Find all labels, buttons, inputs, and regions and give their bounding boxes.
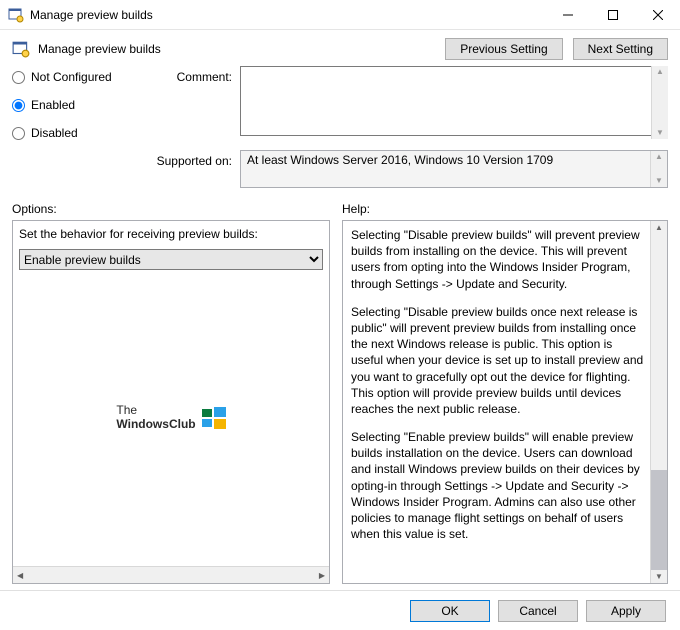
policy-icon (8, 7, 24, 23)
maximize-button[interactable] (590, 0, 635, 29)
radio-not-configured[interactable]: Not Configured (12, 70, 130, 84)
titlebar: Manage preview builds (0, 0, 680, 30)
close-button[interactable] (635, 0, 680, 29)
minimize-button[interactable] (545, 0, 590, 29)
behavior-dropdown[interactable]: Enable preview builds (19, 249, 323, 270)
state-radio-group: Not Configured Enabled Disabled (12, 66, 130, 140)
supported-on-label: Supported on: (136, 150, 234, 188)
help-paragraph-2: Selecting "Disable preview builds once n… (351, 304, 647, 417)
header: Manage preview builds Previous Setting N… (0, 30, 680, 66)
previous-setting-button[interactable]: Previous Setting (445, 38, 562, 60)
supported-on-field: At least Windows Server 2016, Windows 10… (240, 150, 668, 188)
radio-enabled[interactable]: Enabled (12, 98, 130, 112)
apply-button[interactable]: Apply (586, 600, 666, 622)
radio-enabled-label: Enabled (31, 98, 75, 112)
windows-logo-icon (202, 406, 226, 430)
behavior-label: Set the behavior for receiving preview b… (19, 227, 323, 241)
watermark: The WindowsClub (19, 270, 323, 565)
radio-disabled[interactable]: Disabled (12, 126, 130, 140)
radio-not-configured-label: Not Configured (31, 70, 112, 84)
policy-icon (12, 40, 30, 58)
policy-title: Manage preview builds (38, 42, 437, 56)
help-paragraph-3: Selecting "Enable preview builds" will e… (351, 429, 647, 542)
radio-not-configured-input[interactable] (12, 71, 25, 84)
help-pane: Selecting "Disable preview builds" will … (342, 220, 668, 584)
dialog-footer: OK Cancel Apply (0, 590, 680, 630)
next-setting-button[interactable]: Next Setting (573, 38, 668, 60)
help-paragraph-1: Selecting "Disable preview builds" will … (351, 227, 647, 292)
help-scrollbar[interactable]: ▲ ▼ (650, 221, 667, 583)
radio-disabled-input[interactable] (12, 127, 25, 140)
options-label: Options: (12, 202, 342, 216)
radio-disabled-label: Disabled (31, 126, 78, 140)
comment-label: Comment: (136, 66, 234, 139)
supported-scrollbar[interactable]: ▲▼ (650, 151, 667, 187)
comment-scrollbar[interactable]: ▲▼ (651, 66, 668, 139)
ok-button[interactable]: OK (410, 600, 490, 622)
options-h-scrollbar[interactable]: ◀▶ (13, 566, 329, 583)
watermark-line2: WindowsClub (116, 418, 195, 431)
comment-textarea[interactable] (240, 66, 668, 136)
watermark-line1: The (116, 404, 195, 417)
window-title: Manage preview builds (30, 8, 545, 22)
options-pane: Set the behavior for receiving preview b… (12, 220, 330, 584)
supported-on-text: At least Windows Server 2016, Windows 10… (247, 153, 553, 167)
cancel-button[interactable]: Cancel (498, 600, 578, 622)
help-label: Help: (342, 202, 370, 216)
radio-enabled-input[interactable] (12, 99, 25, 112)
